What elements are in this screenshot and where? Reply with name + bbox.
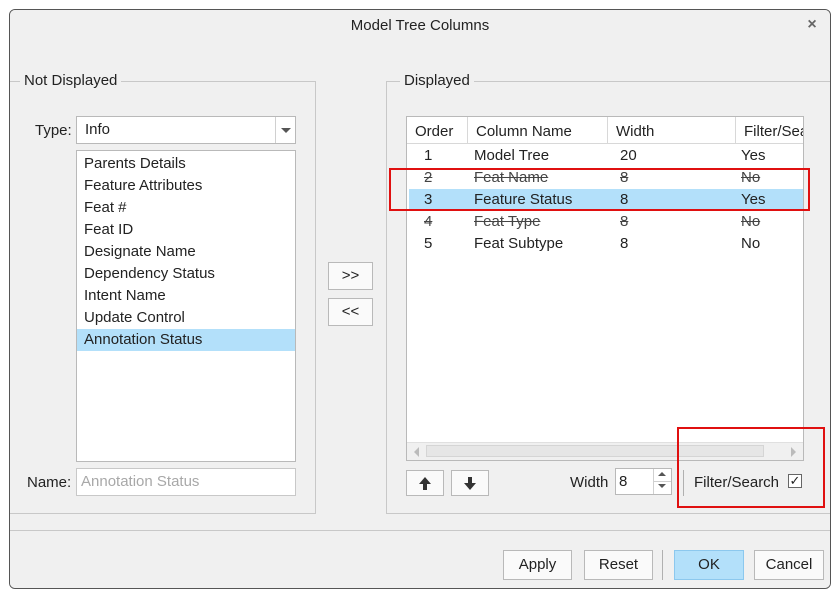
list-item[interactable]: Parents Details bbox=[77, 153, 295, 175]
button-separator bbox=[662, 550, 663, 580]
type-dropdown[interactable]: Info bbox=[76, 116, 296, 144]
move-up-button[interactable] bbox=[406, 470, 444, 496]
table-cell-filter: Yes bbox=[741, 147, 766, 164]
table-cell-order: 4 bbox=[424, 213, 433, 230]
not-displayed-list[interactable]: Parents Details Feature Attributes Feat # F… bbox=[76, 150, 296, 462]
table-cell-width: 20 bbox=[620, 147, 637, 164]
table-cell-order: 5 bbox=[424, 235, 433, 252]
table-cell-name: Feat Subtype bbox=[474, 235, 564, 252]
table-cell-width: 8 bbox=[620, 235, 629, 252]
highlight-filter-search bbox=[677, 427, 825, 508]
cancel-button[interactable]: Cancel bbox=[754, 550, 824, 580]
list-item[interactable]: Feat # bbox=[77, 197, 295, 219]
table-cell-filter: No bbox=[741, 213, 761, 230]
name-field-value: Annotation Status bbox=[81, 473, 200, 490]
list-item[interactable]: Update Control bbox=[77, 307, 295, 329]
table-header: Order Column Name Width Filter/Search bbox=[407, 117, 803, 144]
name-label: Name: bbox=[27, 474, 72, 491]
table-row[interactable]: 1 Model Tree 20 Yes bbox=[407, 145, 803, 167]
dialog-title: Model Tree Columns bbox=[350, 17, 490, 34]
name-field[interactable]: Annotation Status bbox=[76, 468, 296, 496]
width-spinner[interactable]: 8 bbox=[615, 468, 672, 495]
table-cell-name: Model Tree bbox=[474, 147, 550, 164]
move-down-button[interactable] bbox=[451, 470, 489, 496]
highlight-selected-row bbox=[389, 168, 810, 211]
spin-down-icon[interactable] bbox=[654, 481, 671, 493]
width-label: Width bbox=[570, 474, 609, 491]
table-cell-order: 1 bbox=[424, 147, 433, 164]
header-filter-search[interactable]: Filter/Search bbox=[736, 117, 803, 143]
title-bar: Model Tree Columns × bbox=[10, 10, 830, 43]
type-dropdown-value: Info bbox=[85, 121, 111, 138]
remove-column-button[interactable]: << bbox=[328, 298, 373, 326]
displayed-legend: Displayed bbox=[400, 72, 474, 89]
add-column-button[interactable]: >> bbox=[328, 262, 373, 290]
list-item[interactable]: Dependency Status bbox=[77, 263, 295, 285]
scroll-left-icon[interactable] bbox=[411, 446, 423, 458]
apply-button[interactable]: Apply bbox=[503, 550, 572, 580]
header-order[interactable]: Order bbox=[407, 117, 468, 143]
list-item[interactable]: Annotation Status bbox=[77, 329, 295, 351]
header-width[interactable]: Width bbox=[608, 117, 736, 143]
table-cell-filter: No bbox=[741, 235, 761, 252]
header-column-name[interactable]: Column Name bbox=[468, 117, 608, 143]
arrow-up-icon bbox=[419, 477, 431, 490]
table-row[interactable]: 5 Feat Subtype 8 No bbox=[407, 233, 803, 255]
close-icon[interactable]: × bbox=[800, 13, 824, 37]
type-label: Type: bbox=[35, 122, 72, 139]
not-displayed-group: Not Displayed Type: Info Parents Details… bbox=[10, 72, 316, 514]
table-row[interactable]: 4 Feat Type 8 No bbox=[407, 211, 803, 233]
spinner-buttons bbox=[653, 469, 671, 494]
not-displayed-legend: Not Displayed bbox=[20, 72, 122, 89]
table-cell-name: Feat Type bbox=[474, 213, 541, 230]
list-item[interactable]: Intent Name bbox=[77, 285, 295, 307]
table-cell-width: 8 bbox=[620, 213, 629, 230]
reset-button[interactable]: Reset bbox=[584, 550, 653, 580]
ok-button[interactable]: OK bbox=[674, 550, 744, 580]
chevron-down-icon[interactable] bbox=[275, 117, 295, 143]
footer-separator bbox=[10, 530, 830, 531]
list-item[interactable]: Designate Name bbox=[77, 241, 295, 263]
arrow-down-icon bbox=[464, 477, 476, 490]
list-item[interactable]: Feat ID bbox=[77, 219, 295, 241]
list-item[interactable]: Feature Attributes bbox=[77, 175, 295, 197]
width-spinner-value: 8 bbox=[619, 473, 628, 490]
